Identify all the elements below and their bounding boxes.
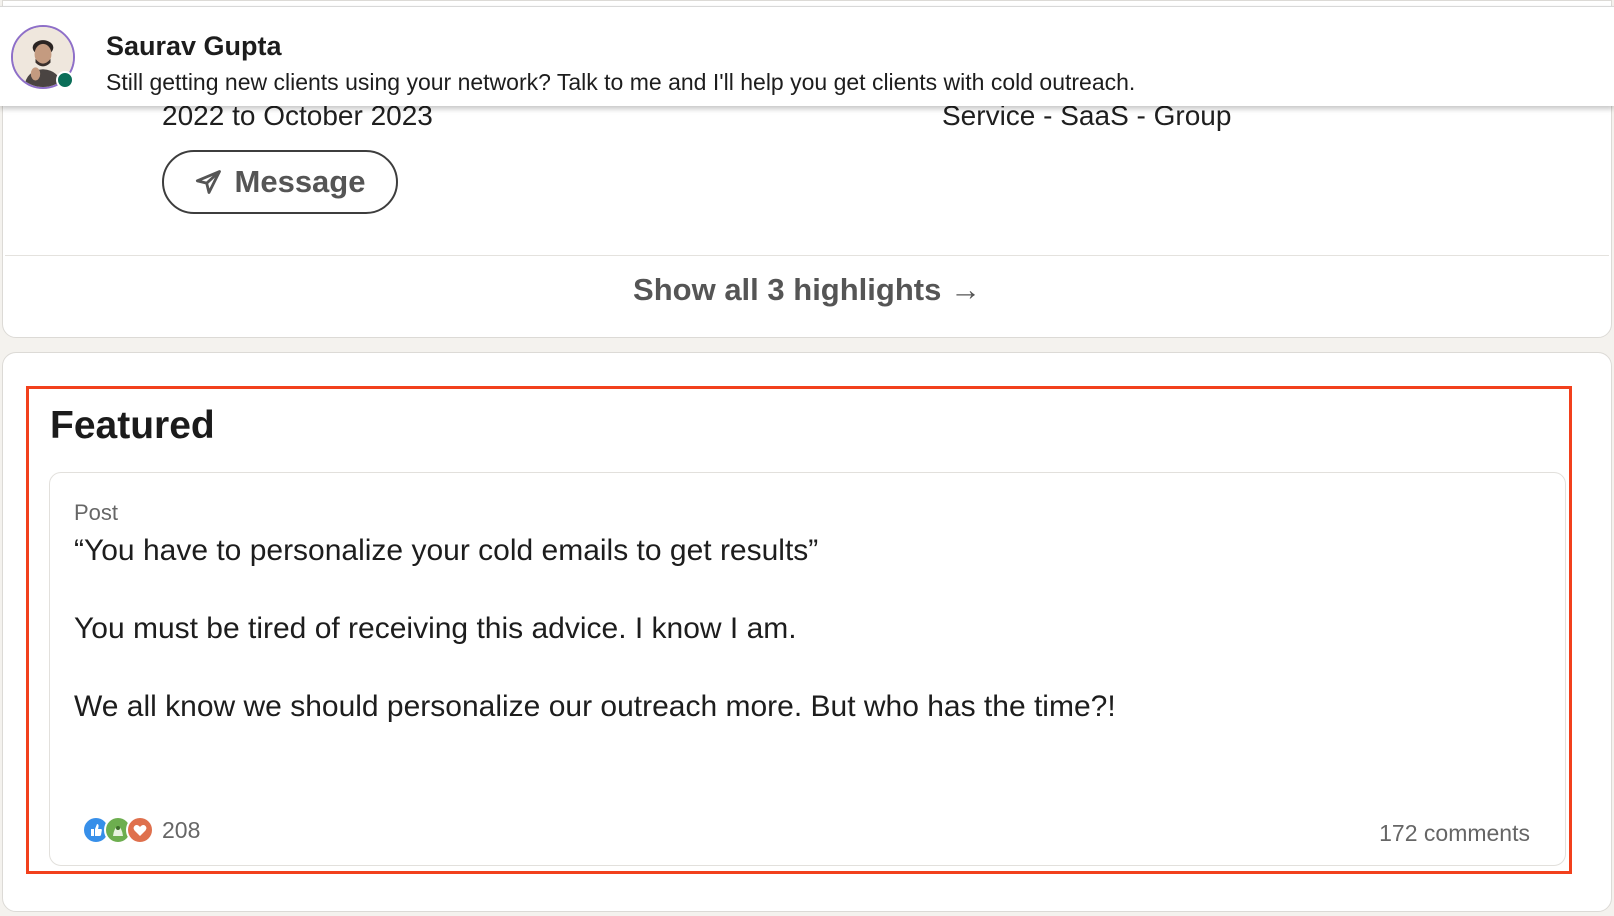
divider — [5, 255, 1609, 256]
show-all-highlights-link[interactable]: Show all 3 highlights → — [0, 272, 1614, 308]
sender-name: Saurav Gupta — [106, 31, 282, 61]
post-type-label: Post — [74, 500, 119, 525]
reactions-summary[interactable]: 208 — [82, 816, 200, 844]
featured-post-card[interactable] — [49, 472, 1566, 866]
message-button[interactable]: Message — [162, 150, 398, 214]
send-icon — [195, 170, 221, 194]
section-title: Featured — [50, 404, 215, 447]
message-button-label: Message — [234, 164, 366, 199]
message-notification[interactable]: Saurav Gupta Still getting new clients u… — [0, 6, 1614, 106]
post-text-line: We all know we should personalize our ou… — [74, 690, 1116, 723]
post-text-line: “You have to personalize your cold email… — [74, 534, 819, 567]
post-text-line: You must be tired of receiving this advi… — [74, 612, 797, 645]
comments-count-link[interactable]: 172 comments — [1379, 820, 1530, 847]
message-preview: Still getting new clients using your net… — [106, 69, 1136, 95]
online-status-icon — [56, 71, 74, 89]
reaction-count: 208 — [162, 816, 201, 843]
love-icon — [126, 816, 154, 844]
